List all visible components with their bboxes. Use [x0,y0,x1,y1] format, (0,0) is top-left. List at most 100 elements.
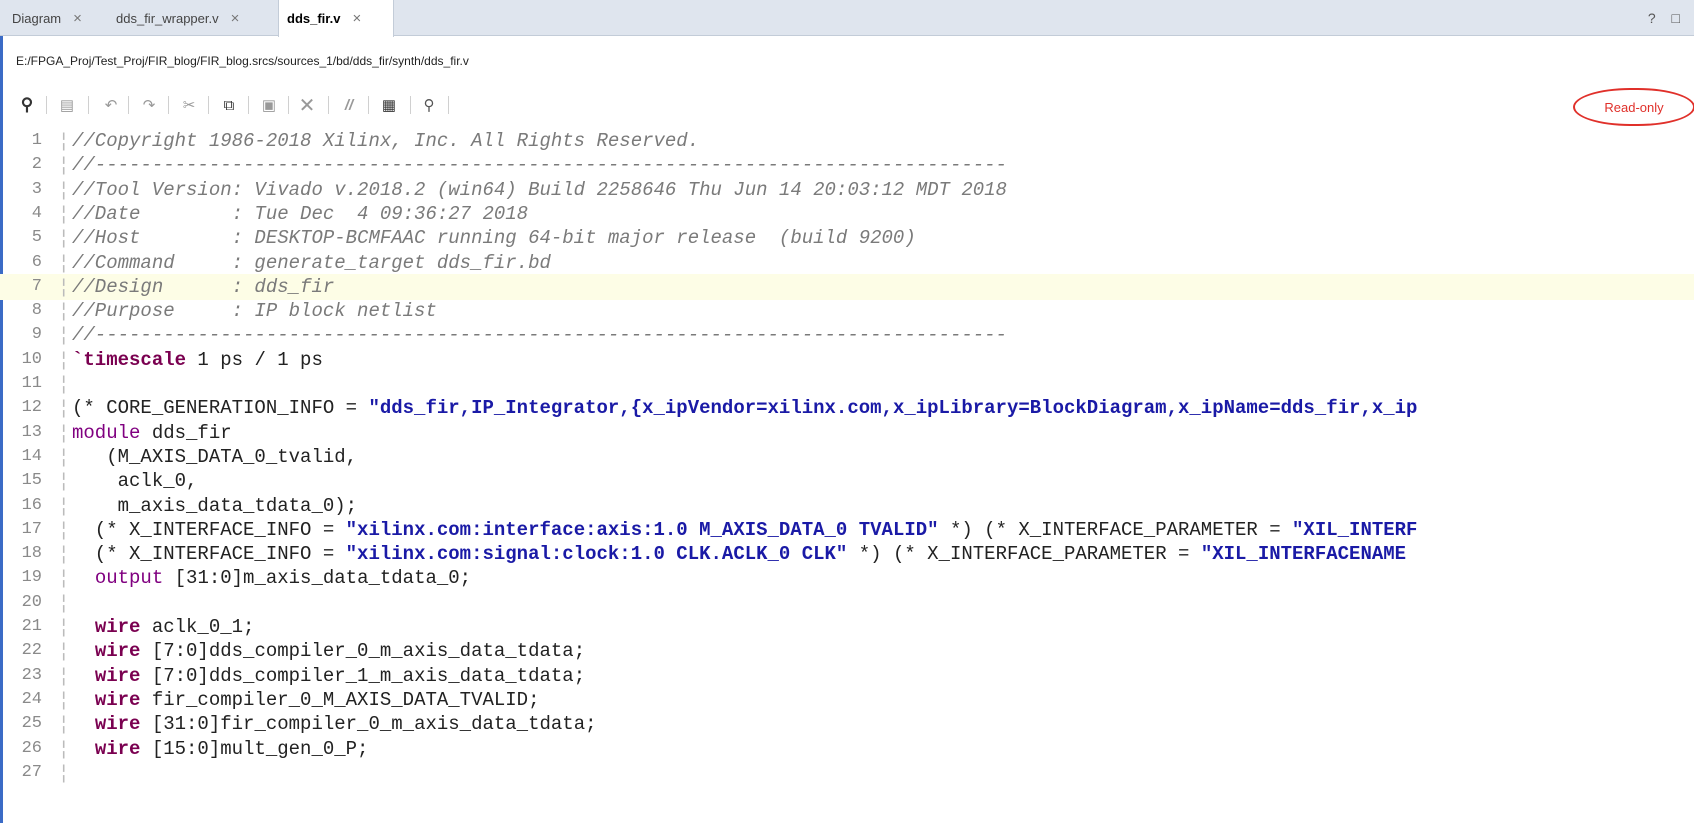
code-text: wire [7:0]dds_compiler_1_m_axis_data_tda… [94,664,586,687]
hint-icon[interactable]: ⚲ [418,94,440,116]
code-line[interactable]: 6 ¦//Command : generate_target dds_fir.bd [0,250,1694,276]
code-text: aclk_0, [72,470,198,493]
line-number: 11 [21,374,42,393]
code-line[interactable]: 10 ¦ `timescale 1 ps / 1 ps [0,347,1694,373]
line-number: 7 [31,276,42,296]
gutter-guide: ¦ [58,397,70,420]
line-number: 10 [21,349,42,369]
tab-dds-fir[interactable]: dds_fir.v × [278,0,394,37]
comment-icon[interactable]: // [338,94,360,116]
gutter-guide: ¦ [58,470,70,493]
code-line[interactable]: 16 ¦ m_axis_data_tdata_0); [0,493,1694,519]
code-text: wire [15:0]mult_gen_0_P; [94,737,369,760]
column-select-icon[interactable]: ▦ [378,94,400,116]
line-number: 1 [31,131,42,150]
code-line[interactable]: 12 ¦ (* CORE_GENERATION_INFO = "dds_fir,IP… [0,395,1694,421]
tab-label: Diagram [12,10,62,26]
code-text: `timescale 1 ps / 1 ps [72,348,323,371]
gutter-guide: ¦ [58,202,70,225]
code-line[interactable]: 22 ¦ wire [7:0]dds_compiler_0_m_axis_data… [0,638,1694,664]
gutter-guide: ¦ [58,251,70,274]
gutter-guide: ¦ [58,373,70,395]
gutter-guide: ¦ [58,543,70,566]
gutter-guide: ¦ [58,494,70,517]
code-line[interactable]: 1 ¦//Copyright 1986-2018 Xilinx, Inc. All… [0,128,1694,154]
delete-icon[interactable]: ✕ [296,94,318,117]
close-icon[interactable]: × [73,10,82,27]
gutter-guide: ¦ [58,688,70,711]
gutter-guide: ¦ [58,713,70,736]
line-number: 18 [21,544,42,564]
code-line[interactable]: 20 ¦ [0,590,1694,616]
gutter-guide: ¦ [58,518,70,541]
gutter-guide: ¦ [58,567,70,590]
code-text: //Purpose : IP block netlist [72,300,437,323]
line-number: 24 [21,689,42,709]
undo-icon[interactable]: ↶ [100,94,122,116]
code-text: //Command : generate_target dds_fir.bd [72,251,551,274]
gutter-guide: ¦ [58,300,70,323]
code-line[interactable]: 5 ¦//Host : DESKTOP-BCMFAAC running 64-bi… [0,225,1694,251]
code-line[interactable]: 17 ¦ (* X_INTERFACE_INFO = "xilinx.com:in… [0,517,1694,543]
gutter-guide: ¦ [58,421,70,444]
gutter-guide: ¦ [58,130,70,152]
gutter-guide: ¦ [58,761,70,784]
copy-icon[interactable]: ⧉ [218,94,240,116]
code-text: wire [7:0]dds_compiler_0_m_axis_data_tda… [94,640,586,663]
gutter-guide: ¦ [58,737,70,760]
line-number: 2 [31,155,42,175]
code-text: m_axis_data_tdata_0); [72,494,358,517]
code-line[interactable]: 23 ¦ wire [7:0]dds_compiler_1_m_axis_data… [0,663,1694,689]
gutter-guide: ¦ [58,664,70,687]
code-editor[interactable]: 1 ¦//Copyright 1986-2018 Xilinx, Inc. All… [0,128,1694,823]
code-text: //--------------------------------------… [72,154,1007,177]
gutter-guide: ¦ [58,154,70,177]
line-number: 14 [21,446,42,466]
code-line[interactable]: 27 ¦ [0,760,1694,786]
tab-dds-fir-wrapper[interactable]: dds_fir_wrapper.v × [112,0,272,36]
code-line[interactable]: 26 ¦ wire [15:0]mult_gen_0_P; [0,736,1694,762]
paste-icon[interactable]: ▣ [258,94,280,116]
code-line[interactable]: 13 ¦ module dds_fir [0,420,1694,446]
gutter-guide: ¦ [58,178,70,201]
gutter-guide: ¦ [58,324,70,347]
code-line[interactable]: 14 ¦ (M_AXIS_DATA_0_tvalid, [0,444,1694,470]
code-line[interactable]: 19 ¦ output [31:0]m_axis_data_tdata_0; [0,565,1694,591]
line-number: 16 [21,495,42,515]
code-text: //Design : dds_fir [72,275,335,298]
gutter-guide: ¦ [58,640,70,663]
code-line[interactable]: 9 ¦//------------------------------------… [0,322,1694,348]
line-number: 8 [31,301,42,321]
gutter-guide: ¦ [58,227,70,250]
code-line[interactable]: 21 ¦ wire aclk_0_1; [0,614,1694,640]
close-icon[interactable]: × [352,10,361,27]
code-text: //Host : DESKTOP-BCMFAAC running 64-bit … [72,227,916,250]
cut-icon[interactable]: ✂ [178,94,200,116]
save-icon[interactable]: ▤ [56,94,78,116]
code-line[interactable]: 15 ¦ aclk_0, [0,468,1694,494]
line-number: 17 [21,519,42,539]
code-line[interactable]: 8 ¦//Purpose : IP block netlist [0,298,1694,324]
file-path: E:/FPGA_Proj/Test_Proj/FIR_blog/FIR_blog… [16,54,469,68]
code-line[interactable]: 11 ¦ [0,371,1694,397]
code-text: (* CORE_GENERATION_INFO = "dds_fir,IP_In… [72,397,1418,420]
code-line[interactable]: 24 ¦ wire fir_compiler_0_M_AXIS_DATA_TVAL… [0,687,1694,713]
code-line[interactable]: 2 ¦//------------------------------------… [0,152,1694,178]
window-controls[interactable]: ? □ [1648,10,1686,26]
code-line[interactable]: 25 ¦ wire [31:0]fir_compiler_0_m_axis_dat… [0,711,1694,737]
tab-diagram[interactable]: Diagram × [8,0,106,36]
search-icon[interactable]: ⚲ [16,94,38,116]
code-line[interactable]: 18 ¦ (* X_INTERFACE_INFO = "xilinx.com:si… [0,541,1694,567]
code-line[interactable]: 7 ¦//Design : dds_fir [0,273,1694,300]
read-only-badge: Read-only [1573,88,1694,126]
code-line[interactable]: 4 ¦//Date : Tue Dec 4 09:36:27 2018 [0,201,1694,227]
redo-icon[interactable]: ↷ [138,94,160,116]
line-number: 9 [31,325,42,345]
code-text: output [31:0]m_axis_data_tdata_0; [94,567,472,590]
line-number: 22 [21,641,42,661]
close-icon[interactable]: × [231,10,240,27]
line-number: 26 [21,738,42,758]
code-text: wire [31:0]fir_compiler_0_m_axis_data_td… [94,713,597,736]
code-text: (* X_INTERFACE_INFO = "xilinx.com:interf… [72,518,1418,541]
code-line[interactable]: 3 ¦//Tool Version: Vivado v.2018.2 (win64… [0,177,1694,203]
